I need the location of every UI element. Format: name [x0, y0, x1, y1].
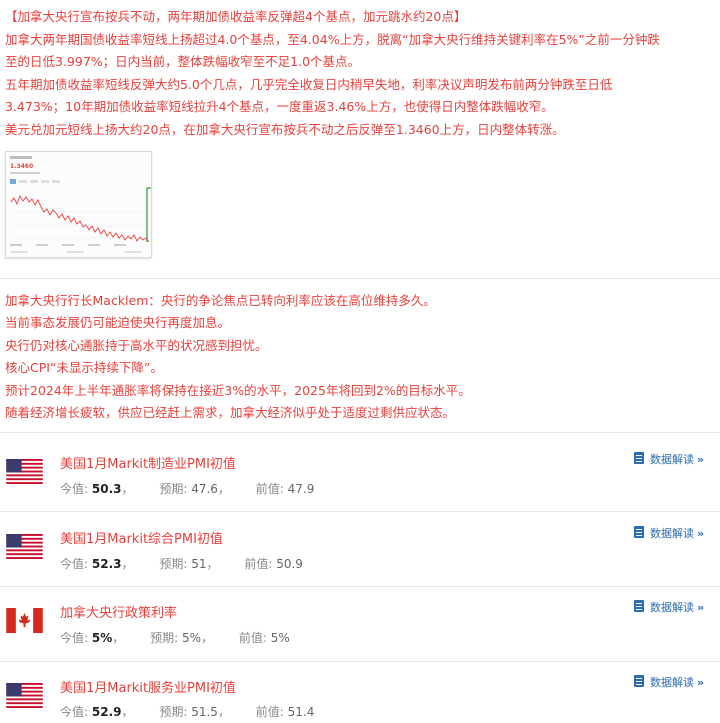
- forecast-value: 51.5: [191, 705, 218, 719]
- speech-line: 加拿大央行行长Macklem：央行的争论焦点已转向利率应该在高位维持多久。: [5, 293, 436, 308]
- chart-thumbnail-image: 1.3460: [6, 152, 151, 257]
- actual-label: 今值:: [60, 482, 89, 496]
- speech-line: 预计2024年上半年通胀率将保持在接近3%的水平，2025年将回到2%的目标水平…: [5, 382, 471, 398]
- double-chevron-right-icon: »: [697, 453, 705, 466]
- divider: [0, 586, 720, 587]
- news-paragraph: 3.473%；10年期加债收益率短线拉升4个基点，一度重返3.46%上方，也使得…: [5, 99, 554, 115]
- speech-line: 央行仍对核心通胀持于高水平的状况感到担忧。: [5, 337, 268, 353]
- previous-value: 51.4: [287, 705, 315, 719]
- previous-label: 前值:: [255, 482, 284, 496]
- document-icon: [634, 452, 644, 464]
- event-values: 今值: 52.9， 预期: 51.5， 前值: 51.4: [60, 705, 315, 719]
- news-article: 【加拿大央行宣布按兵不动，两年期加债收益率反弹超4个基点，加元跳水约20点】 加…: [5, 6, 715, 142]
- forecast-label: 预期:: [150, 631, 179, 645]
- data-interpretation-link[interactable]: 数据解读»: [634, 525, 704, 541]
- us-flag-icon: [6, 683, 43, 708]
- divider: [0, 661, 720, 662]
- previous-value: 50.9: [276, 557, 303, 571]
- forecast-label: 预期:: [159, 705, 188, 719]
- news-paragraph: 加拿大两年期国债收益率短线上扬超过4.0个基点，至4.04%上方，脱离“加拿大央…: [5, 31, 660, 47]
- previous-value: 5%: [270, 631, 290, 645]
- speech-line: 随着经济增长疲软，供应已经赶上需求，加拿大经济似乎处于适度过剩供应状态。: [5, 405, 456, 421]
- divider: [0, 432, 720, 433]
- event-title[interactable]: 加拿大央行政策利率: [60, 602, 177, 621]
- document-icon: [634, 675, 644, 687]
- previous-label: 前值:: [244, 557, 273, 571]
- document-icon: [634, 600, 644, 612]
- data-interpretation-label: 数据解读: [650, 453, 694, 466]
- event-values: 今值: 52.3， 预期: 51， 前值: 50.9: [60, 557, 303, 571]
- chart-price-label: 1.3460: [10, 163, 33, 170]
- previous-value: 47.9: [287, 482, 315, 496]
- forecast-label: 预期:: [159, 482, 188, 496]
- economic-event-row: 美国1月Markit综合PMI初值 今值: 52.3， 预期: 51， 前值: …: [0, 518, 720, 588]
- document-icon: [634, 526, 644, 538]
- double-chevron-right-icon: »: [697, 601, 705, 614]
- news-paragraph: 至的日低3.997%；日内当前，整体跌幅收窄至不足1.0个基点。: [5, 54, 361, 70]
- event-title[interactable]: 美国1月Markit综合PMI初值: [60, 528, 223, 547]
- news-paragraph: 美元兑加元短线上扬大约20点，在加拿大央行宣布按兵不动之后反弹至1.3460上方…: [5, 121, 565, 137]
- speech-line: 核心CPI“未显示持续下降”。: [5, 360, 163, 376]
- previous-label: 前值:: [255, 705, 284, 719]
- actual-label: 今值:: [60, 631, 89, 645]
- data-interpretation-label: 数据解读: [650, 676, 694, 689]
- forecast-label: 预期:: [159, 557, 188, 571]
- double-chevron-right-icon: »: [697, 527, 705, 540]
- forecast-value: 51: [191, 557, 207, 571]
- actual-value: 5%: [91, 631, 113, 645]
- economic-event-row: 美国1月Markit制造业PMI初值 今值: 50.3， 预期: 47.6， 前…: [0, 442, 720, 512]
- us-flag-icon: [6, 459, 43, 484]
- economic-event-row: 美国1月Markit服务业PMI初值 今值: 52.9， 预期: 51.5， 前…: [0, 670, 720, 723]
- data-interpretation-link[interactable]: 数据解读»: [634, 674, 704, 690]
- data-interpretation-link[interactable]: 数据解读»: [634, 451, 704, 467]
- event-title[interactable]: 美国1月Markit服务业PMI初值: [60, 677, 236, 696]
- news-headline: 【加拿大央行宣布按兵不动，两年期加债收益率反弹超4个基点，加元跳水约20点】: [5, 9, 467, 24]
- actual-label: 今值:: [60, 557, 89, 571]
- event-title[interactable]: 美国1月Markit制造业PMI初值: [60, 453, 236, 472]
- speech-article: 加拿大央行行长Macklem：央行的争论焦点已转向利率应该在高位维持多久。 当前…: [5, 290, 715, 424]
- news-paragraph: 五年期加债收益率短线反弹大约5.0个几点，几乎完全收复日内稍早失地，利率决议声明…: [5, 76, 613, 92]
- double-chevron-right-icon: »: [697, 676, 705, 689]
- data-interpretation-label: 数据解读: [650, 527, 694, 540]
- actual-label: 今值:: [60, 705, 89, 719]
- event-values: 今值: 5%， 预期: 5%， 前值: 5%: [60, 631, 290, 645]
- us-flag-icon: [6, 534, 43, 559]
- event-values: 今值: 50.3， 预期: 47.6， 前值: 47.9: [60, 482, 315, 496]
- actual-value: 50.3: [91, 482, 122, 496]
- forecast-value: 47.6: [191, 482, 218, 496]
- previous-label: 前值:: [238, 631, 267, 645]
- divider: [0, 278, 720, 279]
- actual-value: 52.3: [91, 557, 122, 571]
- divider: [0, 511, 720, 512]
- speech-line: 当前事态发展仍可能迫使央行再度加息。: [5, 315, 231, 331]
- actual-value: 52.9: [91, 705, 122, 719]
- data-interpretation-label: 数据解读: [650, 601, 694, 614]
- data-interpretation-link[interactable]: 数据解读»: [634, 599, 704, 615]
- canada-flag-icon: [6, 608, 43, 633]
- economic-event-row: 加拿大央行政策利率 今值: 5%， 预期: 5%， 前值: 5% 数据解读»: [0, 594, 720, 664]
- forecast-value: 5%: [181, 631, 202, 645]
- chart-thumbnail[interactable]: 1.3460: [5, 151, 152, 258]
